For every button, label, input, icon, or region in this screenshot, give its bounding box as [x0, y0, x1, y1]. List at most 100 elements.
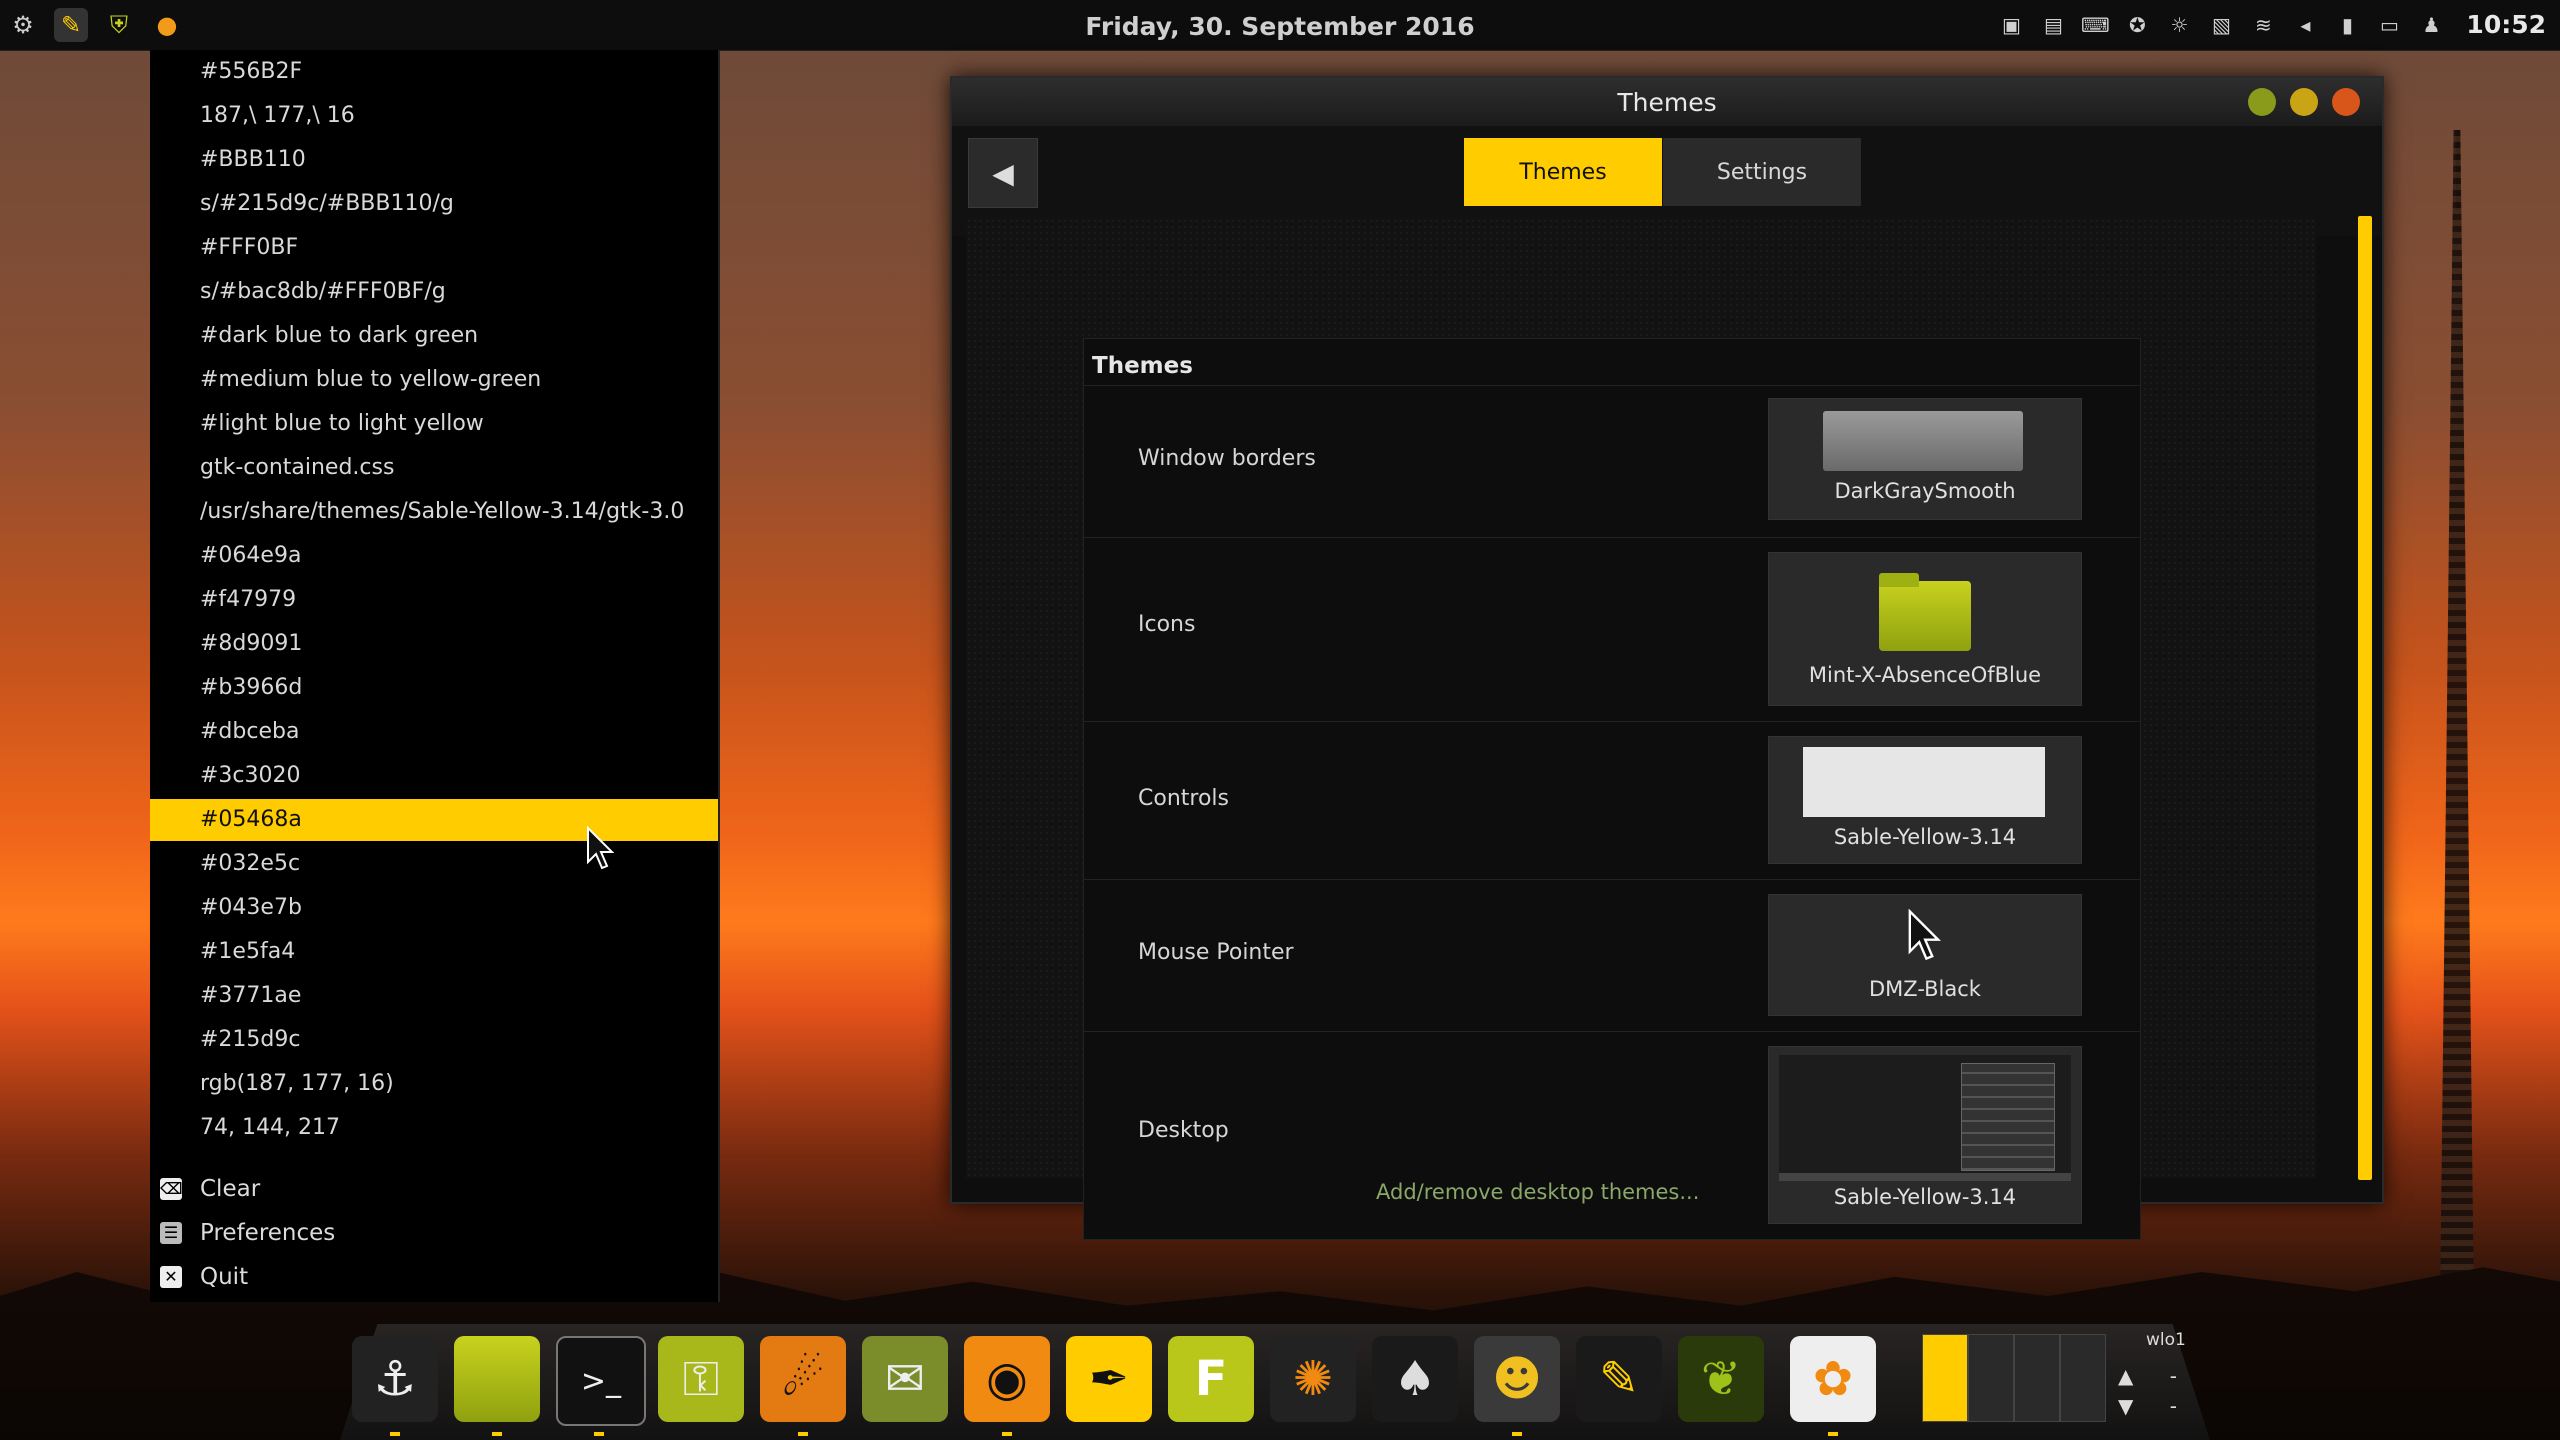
window-borders-chooser[interactable]: DarkGraySmooth: [1768, 398, 2082, 520]
clipboard-item[interactable]: s/#215d9c/#BBB110/g: [150, 183, 718, 225]
preferences-label: Preferences: [200, 1220, 336, 1246]
clipboard-item[interactable]: #3771ae: [150, 975, 718, 1017]
clipboard-item[interactable]: /usr/share/themes/Sable-Yellow-3.14/gtk-…: [150, 491, 718, 533]
clear-button[interactable]: ⌫ Clear: [150, 1167, 718, 1211]
back-button[interactable]: ◀: [968, 138, 1038, 208]
clipboard-item-selected[interactable]: #05468a: [150, 799, 718, 841]
f-icon[interactable]: F: [1168, 1336, 1254, 1422]
clipboard-item[interactable]: #556B2F: [150, 51, 718, 93]
aperture-icon[interactable]: ✺: [1270, 1336, 1356, 1422]
window-titlebar[interactable]: Themes: [952, 78, 2382, 127]
eyedropper-icon[interactable]: ✎: [1576, 1336, 1662, 1422]
window-borders-label: Window borders: [1138, 446, 1316, 471]
clipboard-item[interactable]: #3c3020: [150, 755, 718, 797]
clipboard-item[interactable]: #215d9c: [150, 1019, 718, 1061]
clear-label: Clear: [200, 1176, 261, 1202]
stamp-icon[interactable]: ✉: [862, 1336, 948, 1422]
gimp-icon[interactable]: ☻: [1474, 1336, 1560, 1422]
clipboard-item[interactable]: gtk-contained.css: [150, 447, 718, 489]
mouse-pointer-chooser[interactable]: DMZ-Black: [1768, 894, 2082, 1016]
clipboard-item-text: #05468a: [200, 807, 302, 832]
firefox-icon[interactable]: ☄: [760, 1336, 846, 1422]
clipboard-item-text: #BBB110: [200, 147, 306, 172]
clipboard-item[interactable]: #FFF0BF: [150, 227, 718, 269]
clock-time[interactable]: 10:52: [2466, 10, 2546, 39]
clipboard-item[interactable]: 187,\ 177,\ 16: [150, 95, 718, 137]
clear-icon: ⌫: [160, 1178, 183, 1200]
window-title: Themes: [1617, 88, 1717, 117]
clipboard-item[interactable]: #1e5fa4: [150, 931, 718, 973]
clipboard-menu: #556B2F 187,\ 177,\ 16 #BBB110 s/#215d9c…: [150, 50, 718, 1302]
clipboard-item[interactable]: 74, 144, 217: [150, 1107, 718, 1149]
terminal-icon[interactable]: >_: [556, 1336, 646, 1426]
pointer-preview-icon: [1908, 909, 1941, 961]
clipboard-item[interactable]: #dark blue to dark green: [150, 315, 718, 357]
photos-icon[interactable]: ✿: [1790, 1336, 1876, 1422]
workspace-3[interactable]: [2014, 1334, 2060, 1422]
battery-icon[interactable]: ▮: [2334, 12, 2360, 38]
display-icon[interactable]: ▣: [1998, 12, 2024, 38]
clipboard-item[interactable]: #medium blue to yellow-green: [150, 359, 718, 401]
dock-running-indicator: [390, 1432, 400, 1436]
user-icon[interactable]: ♟: [2418, 12, 2444, 38]
workspace-2[interactable]: [1968, 1334, 2014, 1422]
tab-themes[interactable]: Themes: [1464, 138, 1662, 206]
clipboard-item[interactable]: #b3966d: [150, 667, 718, 709]
clipboard-item[interactable]: #064e9a: [150, 535, 718, 577]
keyboard-icon[interactable]: ⌨: [2081, 12, 2110, 38]
clipboard-item[interactable]: s/#bac8db/#FFF0BF/g: [150, 271, 718, 313]
inkscape-icon[interactable]: ♠: [1372, 1336, 1458, 1422]
monitor-icon[interactable]: ▭: [2376, 12, 2402, 38]
workspace-4[interactable]: [2060, 1334, 2106, 1422]
clipboard-item-text: #556B2F: [200, 59, 303, 84]
desktop-chooser[interactable]: Sable-Yellow-3.14: [1768, 1046, 2082, 1224]
volume-icon[interactable]: ◂: [2292, 12, 2318, 38]
document-icon[interactable]: ▤: [2040, 12, 2066, 38]
minimize-button[interactable]: [2248, 88, 2276, 116]
clipboard-item-text: #dbceba: [200, 719, 300, 744]
folder-tab: [1879, 573, 1919, 587]
icons-chooser[interactable]: Mint-X-AbsenceOfBlue: [1768, 552, 2082, 706]
preferences-button[interactable]: ☰ Preferences: [150, 1211, 718, 1255]
clipboard-item-text: #3771ae: [200, 983, 302, 1008]
anchor-icon[interactable]: ⚓: [352, 1336, 438, 1422]
brightness-icon[interactable]: ☼: [2166, 12, 2192, 38]
clipboard-item[interactable]: #043e7b: [150, 887, 718, 929]
cannabis-icon[interactable]: ❦: [1678, 1336, 1764, 1422]
clipboard-item-text: #8d9091: [200, 631, 303, 656]
clipboard-item[interactable]: rgb(187, 177, 16): [150, 1063, 718, 1105]
folder-icon[interactable]: [454, 1336, 540, 1422]
network-upload: ▲ -: [2118, 1364, 2177, 1388]
network-interface-label: wlo1: [2146, 1330, 2186, 1350]
pen-icon[interactable]: ✒: [1066, 1336, 1152, 1422]
chrome-icon[interactable]: ◉: [964, 1336, 1050, 1422]
section-title: Themes: [1092, 353, 1193, 379]
clipboard-item-text: s/#215d9c/#BBB110/g: [200, 191, 454, 216]
clipboard-item[interactable]: #dbceba: [150, 711, 718, 753]
workspace-1[interactable]: [1922, 1334, 1968, 1422]
clipboard-item[interactable]: #032e5c: [150, 843, 718, 885]
clipboard-item[interactable]: #light blue to light yellow: [150, 403, 718, 445]
controls-label: Controls: [1138, 786, 1229, 811]
clipboard-item[interactable]: #f47979: [150, 579, 718, 621]
content-area: Themes Window borders DarkGraySmooth Ico…: [966, 218, 2316, 1240]
add-remove-desktop-themes-link[interactable]: Add/remove desktop themes...: [1376, 1180, 1699, 1204]
quit-button[interactable]: ✕ Quit: [150, 1255, 718, 1299]
maximize-button[interactable]: [2290, 88, 2318, 116]
controls-chooser[interactable]: Sable-Yellow-3.14: [1768, 736, 2082, 864]
tab-settings[interactable]: Settings: [1663, 138, 1861, 206]
clipboard-item[interactable]: #8d9091: [150, 623, 718, 665]
key-icon[interactable]: ⚿: [658, 1336, 744, 1422]
accessibility-icon[interactable]: ✪: [2124, 12, 2150, 38]
scrollbar[interactable]: [2358, 216, 2372, 1180]
wifi-icon[interactable]: ≋: [2250, 12, 2276, 38]
back-arrow-icon: ◀: [992, 156, 1014, 190]
clipboard-item-text: /usr/share/themes/Sable-Yellow-3.14/gtk-…: [200, 499, 685, 524]
desktop-value: Sable-Yellow-3.14: [1833, 1185, 2017, 1209]
clipboard-icon[interactable]: ▧: [2208, 12, 2234, 38]
clipboard-item[interactable]: #BBB110: [150, 139, 718, 181]
clipboard-item-text: #medium blue to yellow-green: [200, 367, 542, 392]
clipboard-item-text: #215d9c: [200, 1027, 301, 1052]
download-rate: -: [2169, 1394, 2177, 1418]
close-button[interactable]: [2332, 88, 2360, 116]
